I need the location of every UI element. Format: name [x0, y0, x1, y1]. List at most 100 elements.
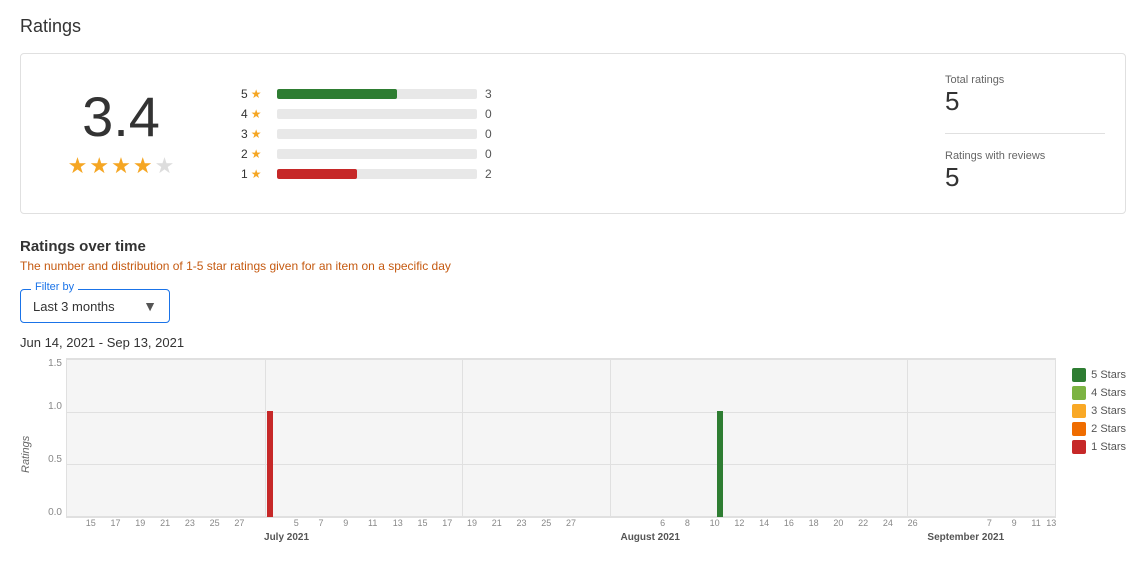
- x-label-23a: 23: [185, 518, 195, 528]
- totals-divider: [945, 133, 1105, 134]
- rating-bars: 5★ 3 4★ 0 3★ 0 2★ 0 1★ 2: [241, 87, 885, 181]
- x-axis: 15 17 19 21 23 25 27 July 2021 5 7: [66, 518, 1056, 550]
- bar-count-3: 0: [485, 127, 501, 141]
- chart-bar-red: [267, 411, 273, 517]
- bar-label-4: 4: [241, 107, 248, 121]
- x-month-july: July 2021: [264, 532, 309, 543]
- x-label-23b: 23: [517, 518, 527, 528]
- ratings-reviews-item: Ratings with reviews 5: [945, 150, 1105, 193]
- x-label-16: 16: [784, 518, 794, 528]
- bar-count-5: 3: [485, 87, 501, 101]
- y-tick-0: 0.0: [48, 507, 62, 518]
- chart-section: Ratings 0.0 0.5 1.0 1.5: [20, 358, 1126, 550]
- bar-label-2: 2: [241, 147, 248, 161]
- x-label-26: 26: [908, 518, 918, 528]
- rot-subtitle: The number and distribution of 1-5 star …: [20, 259, 1126, 273]
- rot-title: Ratings over time: [20, 238, 1126, 255]
- bar-track-1: [277, 169, 477, 179]
- ratings-reviews-value: 5: [945, 162, 1105, 193]
- bar-track-3: [277, 129, 477, 139]
- x-label-21b: 21: [492, 518, 502, 528]
- star-3: ★: [111, 153, 131, 179]
- legend-color-1star: [1072, 440, 1086, 454]
- star-4: ★: [133, 153, 153, 179]
- total-ratings-label: Total ratings: [945, 74, 1105, 86]
- x-label-20: 20: [833, 518, 843, 528]
- bar-row-3: 3★ 0: [241, 127, 885, 141]
- total-ratings-item: Total ratings 5: [945, 74, 1105, 117]
- legend-label-2stars: 2 Stars: [1091, 423, 1126, 435]
- x-month-august: August 2021: [620, 532, 679, 543]
- chart-legend: 5 Stars 4 Stars 3 Stars 2 Stars 1 Stars: [1072, 368, 1126, 454]
- bar-label-3: 3: [241, 127, 248, 141]
- vgrid-2: [462, 359, 463, 517]
- x-label-17: 17: [111, 518, 121, 528]
- vgrid-1: [265, 359, 266, 517]
- bar-track-2: [277, 149, 477, 159]
- filter-dropdown[interactable]: Filter by Last 3 months ▼: [20, 289, 170, 323]
- x-label-27b: 27: [566, 518, 576, 528]
- legend-color-5stars: [1072, 368, 1086, 382]
- bar-fill-5: [277, 89, 397, 99]
- x-label-11: 11: [368, 518, 377, 528]
- x-label-9c: 9: [1012, 518, 1017, 528]
- bar-label-5: 5: [241, 87, 248, 101]
- legend-item-1star: 1 Stars: [1072, 440, 1126, 454]
- bar-count-1: 2: [485, 167, 501, 181]
- x-label-15b: 15: [417, 518, 427, 528]
- filter-by-label: Filter by: [31, 281, 78, 293]
- y-axis-label: Ratings: [20, 358, 32, 550]
- yaxis-container: Ratings 0.0 0.5 1.0 1.5: [20, 358, 66, 550]
- x-label-24: 24: [883, 518, 893, 528]
- legend-color-4stars: [1072, 386, 1086, 400]
- bar-count-2: 0: [485, 147, 501, 161]
- date-range-label: Jun 14, 2021 - Sep 13, 2021: [20, 335, 1126, 350]
- bar-row-4: 4★ 0: [241, 107, 885, 121]
- chart-with-yaxis: Ratings 0.0 0.5 1.0 1.5: [20, 358, 1056, 550]
- vgrid-4: [907, 359, 908, 517]
- x-label-25b: 25: [541, 518, 551, 528]
- x-label-25a: 25: [210, 518, 220, 528]
- y-ticks-container: 0.0 0.5 1.0 1.5: [36, 358, 66, 518]
- y-tick-15: 1.5: [48, 358, 62, 369]
- legend-item-2stars: 2 Stars: [1072, 422, 1126, 436]
- x-label-11c: 11: [1031, 518, 1040, 528]
- ratings-summary-card: 3.4 ★ ★ ★ ★ ★ 5★ 3 4★ 0 3★: [20, 53, 1126, 214]
- legend-label-5stars: 5 Stars: [1091, 369, 1126, 381]
- legend-color-2stars: [1072, 422, 1086, 436]
- ratings-reviews-label: Ratings with reviews: [945, 150, 1105, 162]
- x-label-27a: 27: [234, 518, 244, 528]
- legend-label-4stars: 4 Stars: [1091, 387, 1126, 399]
- page-title: Ratings: [20, 16, 1126, 37]
- legend-label-1star: 1 Stars: [1091, 441, 1126, 453]
- bar-count-4: 0: [485, 107, 501, 121]
- x-label-22: 22: [858, 518, 868, 528]
- x-label-17b: 17: [442, 518, 452, 528]
- x-label-13c: 13: [1046, 518, 1056, 528]
- bar-row-1: 1★ 2: [241, 167, 885, 181]
- x-label-14: 14: [759, 518, 769, 528]
- x-label-7c: 7: [987, 518, 992, 528]
- x-month-september: September 2021: [927, 532, 1004, 543]
- ratings-over-time-section: Ratings over time The number and distrib…: [20, 238, 1126, 550]
- x-label-13: 13: [393, 518, 403, 528]
- x-label-21a: 21: [160, 518, 170, 528]
- x-label-8: 8: [685, 518, 690, 528]
- vgrid-3: [610, 359, 611, 517]
- filter-value: Last 3 months: [33, 299, 115, 314]
- x-label-19: 19: [135, 518, 145, 528]
- legend-item-3stars: 3 Stars: [1072, 404, 1126, 418]
- x-label-6: 6: [660, 518, 665, 528]
- chart-main: Ratings 0.0 0.5 1.0 1.5: [20, 358, 1056, 550]
- x-label-19b: 19: [467, 518, 477, 528]
- bar-track-4: [277, 109, 477, 119]
- star-5: ★: [155, 153, 175, 179]
- total-ratings-value: 5: [945, 86, 1105, 117]
- legend-item-4stars: 4 Stars: [1072, 386, 1126, 400]
- chevron-down-icon: ▼: [143, 298, 157, 314]
- big-score-section: 3.4 ★ ★ ★ ★ ★: [41, 89, 201, 179]
- x-label-15: 15: [86, 518, 96, 528]
- bar-fill-1: [277, 169, 357, 179]
- y-tick-05: 0.5: [48, 454, 62, 465]
- x-label-10: 10: [710, 518, 720, 528]
